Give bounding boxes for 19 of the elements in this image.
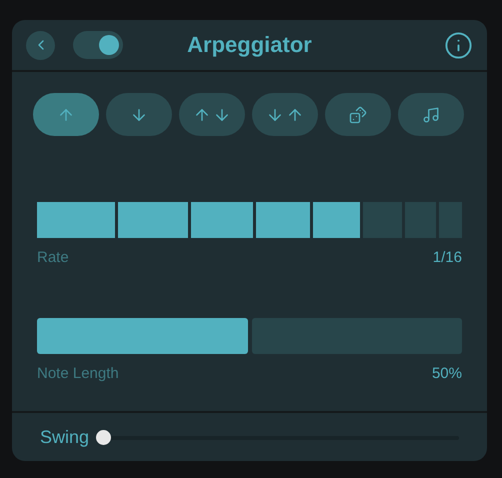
panel-title: Arpeggiator — [187, 32, 312, 58]
mode-button[interactable] — [33, 93, 99, 136]
mode-button[interactable] — [398, 93, 464, 136]
note-length-value: 50% — [432, 365, 462, 382]
info-icon[interactable] — [444, 30, 473, 60]
note-length-track[interactable] — [37, 318, 462, 354]
swing-label: Swing — [40, 426, 90, 448]
music-note-icon — [422, 106, 440, 124]
note-length-label: Note Length — [37, 365, 119, 382]
mode-button[interactable] — [179, 93, 245, 136]
swing-thumb[interactable] — [96, 430, 112, 444]
rate-value: 1/16 — [432, 249, 462, 266]
mode-button[interactable] — [252, 93, 318, 136]
mode-button[interactable] — [325, 93, 391, 136]
dice-icon — [349, 106, 367, 124]
back-button[interactable] — [26, 30, 55, 60]
rate-label: Rate — [37, 249, 69, 266]
power-toggle[interactable] — [73, 31, 123, 59]
swing-slider[interactable] — [96, 430, 459, 444]
